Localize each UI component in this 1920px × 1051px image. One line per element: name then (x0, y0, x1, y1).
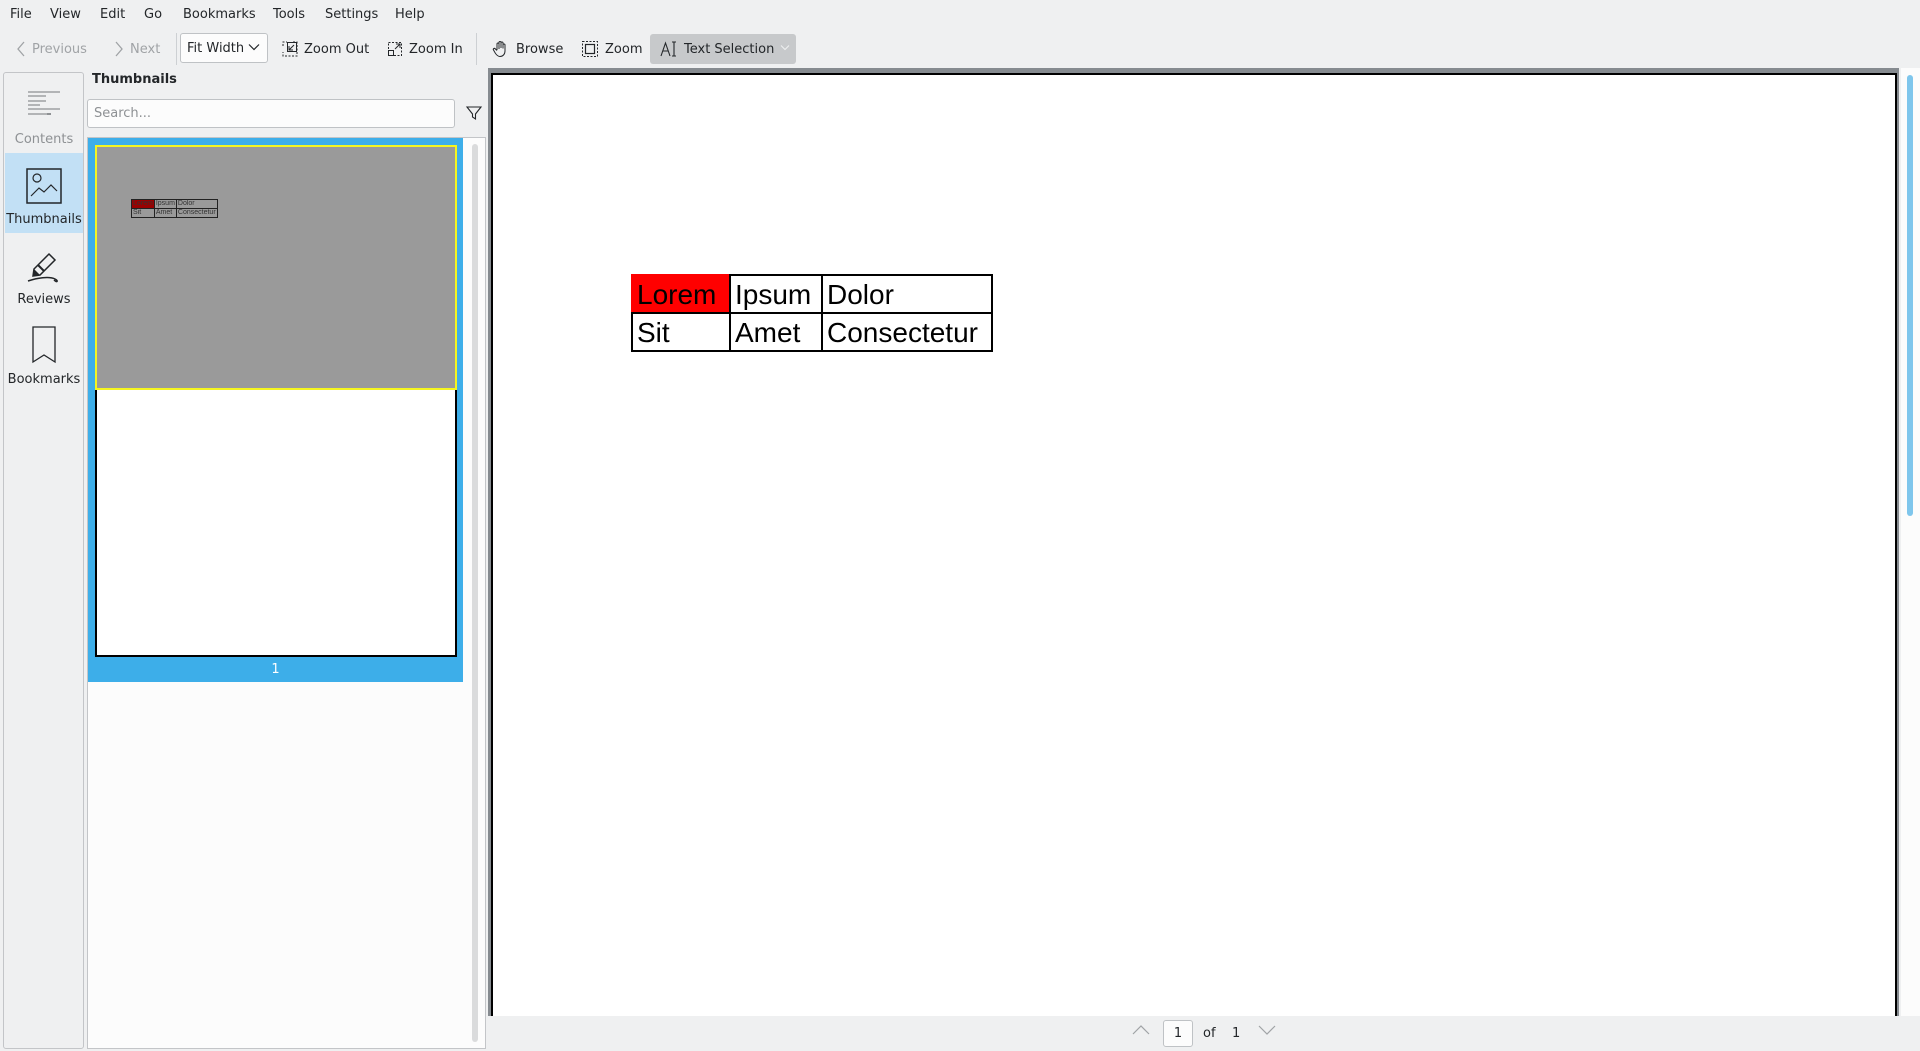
next-label: Next (130, 41, 161, 57)
sidebar-tab-label: Contents (14, 132, 74, 147)
table-row: Sit Amet Consectetur (631, 312, 993, 352)
chevron-up-icon (1132, 1025, 1150, 1035)
browse-label: Browse (516, 41, 564, 57)
chevron-down-icon[interactable] (780, 44, 790, 51)
thumbnails-search-input[interactable] (87, 99, 455, 128)
document-page[interactable]: Lorem Ipsum Dolor Sit Amet Consectetur (491, 73, 1897, 1016)
reviews-icon (27, 252, 58, 283)
filter-icon (465, 106, 483, 121)
toolbar-separator (176, 33, 177, 65)
previous-page-button[interactable] (1132, 1024, 1150, 1040)
menu-edit[interactable]: Edit (100, 7, 125, 22)
toolbar-separator (476, 33, 477, 65)
zoom-mode-select[interactable]: Fit Width (180, 33, 268, 63)
thumbnail-cell: Consectetur (175, 208, 218, 218)
text-selection-icon (660, 41, 676, 57)
thumbnail-page-number: 1 (271, 662, 280, 677)
menu-view[interactable]: View (50, 7, 81, 22)
thumbnail-cell: Sit (131, 208, 155, 218)
menu-settings[interactable]: Settings (325, 7, 378, 22)
page-total-label: 1 (1232, 1026, 1241, 1041)
zoom-out-icon (282, 41, 298, 57)
menu-help[interactable]: Help (395, 7, 425, 22)
chevron-left-icon (17, 41, 25, 57)
zoom-mode-value: Fit Width (187, 40, 245, 56)
sidebar-tab-bookmarks[interactable]: Bookmarks (5, 313, 83, 393)
thumbnails-scrollbar[interactable] (472, 144, 478, 1042)
sidebar-tab-thumbnails[interactable]: Thumbnails (5, 153, 83, 233)
table-row: Lorem Ipsum Dolor (631, 274, 993, 314)
table-cell[interactable]: Sit (631, 312, 731, 352)
contents-icon (28, 91, 60, 115)
sidebar-tab-label: Reviews (17, 292, 71, 307)
thumbnails-panel-title: Thumbnails (92, 72, 177, 87)
filter-button[interactable] (465, 104, 483, 122)
menu-go[interactable]: Go (144, 7, 162, 22)
thumbnail-page[interactable]: Lorem Ipsum Dolor Sit Amet Consectetur (95, 145, 457, 657)
sidebar-tabs: Contents Thumbnails Reviews Bookmarks (3, 72, 84, 1049)
menu-tools[interactable]: Tools (273, 7, 305, 22)
toolbar: Previous Next Fit Width Zoom Out Zoom In… (0, 30, 1920, 68)
chevron-down-icon (1258, 1025, 1276, 1035)
document-scrollbar-thumb[interactable] (1907, 75, 1913, 516)
menu-file[interactable]: File (10, 7, 32, 22)
zoom-out-button[interactable]: Zoom Out (278, 34, 373, 64)
chevron-down-icon (248, 44, 260, 51)
zoom-tool-label: Zoom (605, 41, 643, 57)
thumbnail-table-preview: Lorem Ipsum Dolor Sit Amet Consectetur (131, 199, 218, 218)
browse-tool-button[interactable]: Browse (488, 34, 567, 64)
text-selection-label: Text Selection (684, 41, 775, 57)
sidebar-tab-label: Thumbnails (6, 212, 82, 227)
zoom-in-label: Zoom In (409, 41, 463, 57)
chevron-right-icon (115, 41, 123, 57)
thumbnail-cell: Dolor (175, 199, 218, 209)
visible-area-overlay[interactable]: Lorem Ipsum Dolor Sit Amet Consectetur (97, 147, 455, 390)
menu-bar: File View Edit Go Bookmarks Tools Settin… (0, 0, 1920, 30)
page-number-input[interactable] (1163, 1020, 1193, 1047)
thumbnails-icon (26, 168, 62, 204)
thumbnail-cell: Amet (153, 208, 177, 218)
sidebar-tab-label: Bookmarks (7, 372, 81, 387)
thumbnail-cell: Lorem (131, 199, 155, 209)
zoom-tool-button[interactable]: Zoom (577, 34, 646, 64)
table-cell[interactable]: Dolor (821, 274, 993, 314)
sidebar-tab-reviews[interactable]: Reviews (5, 233, 83, 313)
document-table: Lorem Ipsum Dolor Sit Amet Consectetur (631, 274, 993, 352)
next-page-button[interactable] (1258, 1024, 1276, 1040)
menu-bookmarks[interactable]: Bookmarks (183, 7, 256, 22)
thumbnail-cell: Ipsum (153, 199, 177, 209)
table-cell-highlighted[interactable]: Lorem (631, 274, 731, 314)
zoom-out-label: Zoom Out (304, 41, 370, 57)
table-cell[interactable]: Amet (729, 312, 823, 352)
zoom-in-icon (388, 42, 402, 56)
page-of-label: of (1203, 1026, 1216, 1041)
hand-icon (492, 41, 506, 58)
next-button[interactable]: Next (110, 34, 164, 64)
zoom-tool-icon (582, 41, 598, 57)
zoom-in-button[interactable]: Zoom In (383, 34, 467, 64)
sidebar-tab-contents[interactable]: Contents (5, 73, 83, 153)
text-selection-tool-button[interactable]: Text Selection (650, 34, 796, 64)
bookmark-icon (32, 326, 56, 364)
previous-label: Previous (32, 41, 87, 57)
table-cell[interactable]: Ipsum (729, 274, 823, 314)
previous-button[interactable]: Previous (12, 34, 91, 64)
table-cell[interactable]: Consectetur (821, 312, 993, 352)
